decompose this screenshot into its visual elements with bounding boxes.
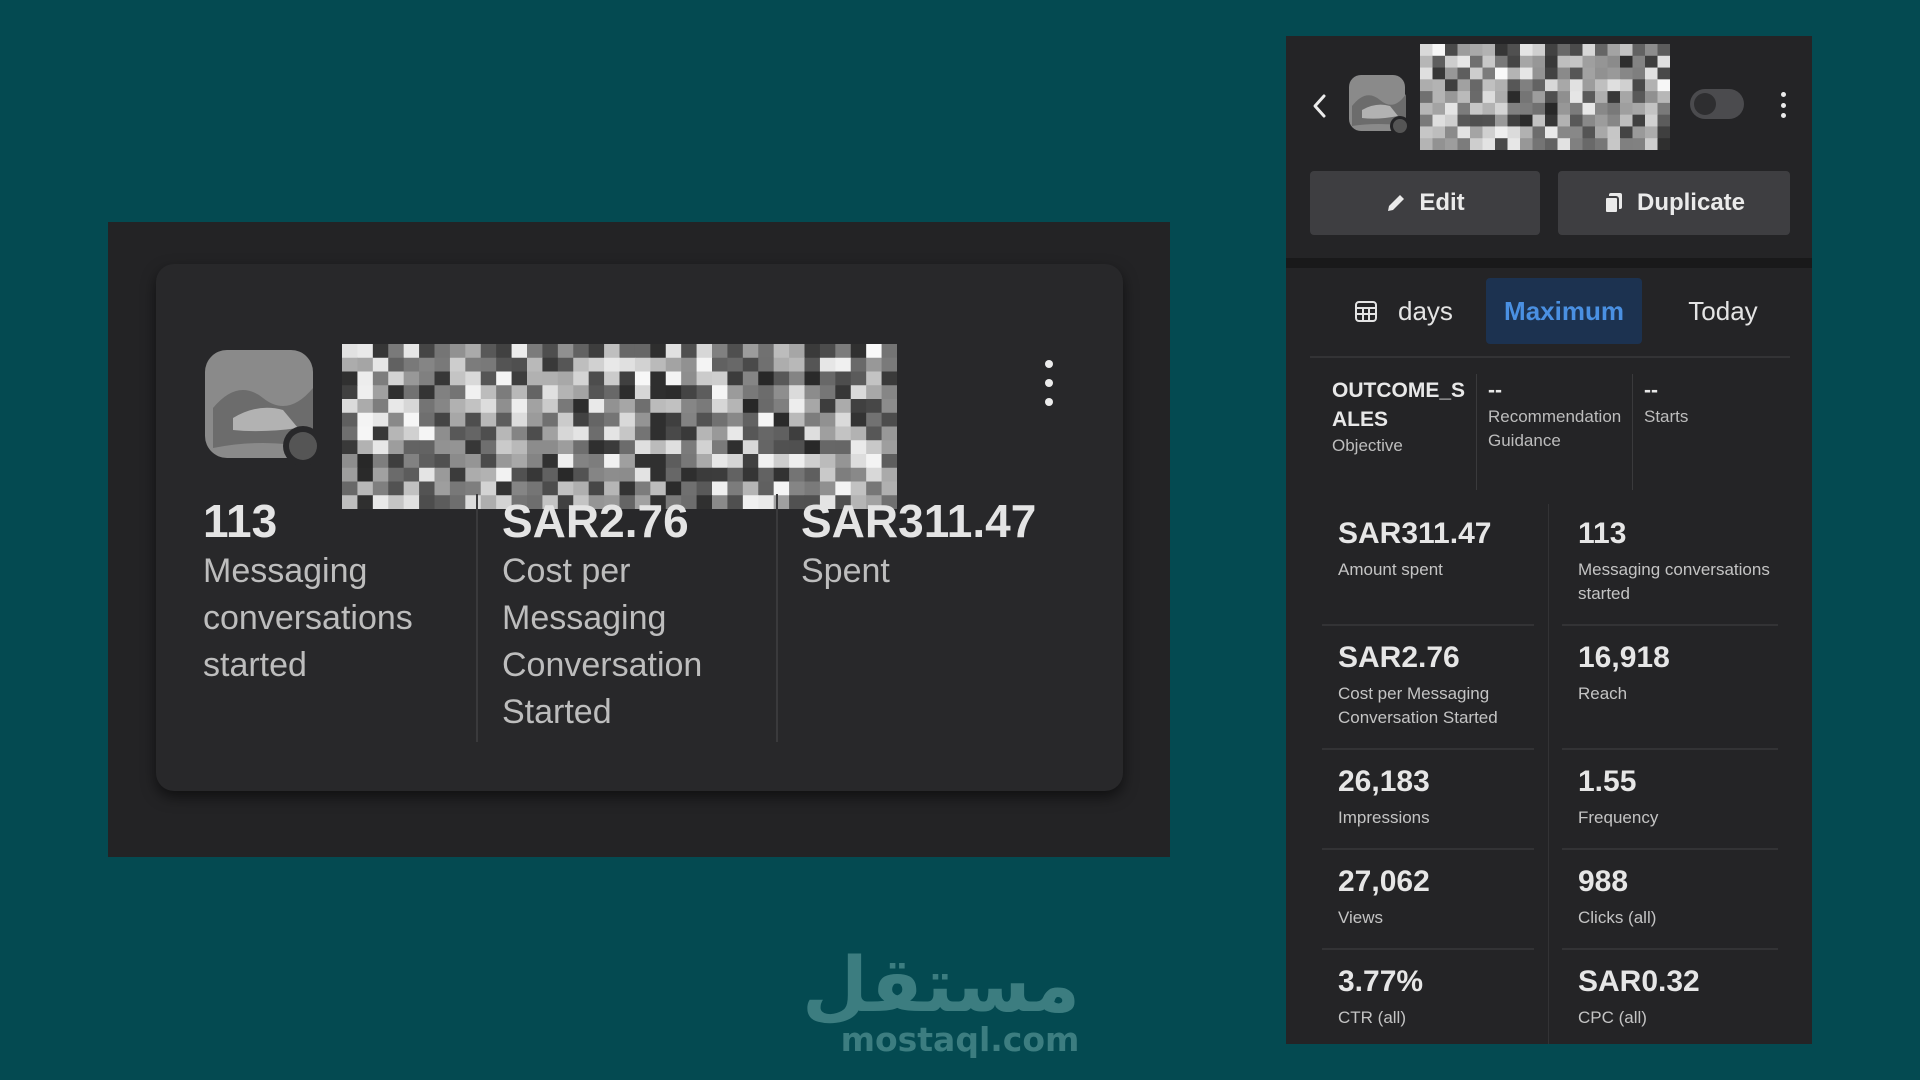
metric-value: 113 <box>203 495 278 547</box>
stat-label: Amount spent <box>1338 560 1443 579</box>
tab-days[interactable]: days <box>1398 278 1478 344</box>
calendar-icon[interactable] <box>1353 298 1379 324</box>
stat-ctr: 3.77% CTR (all) <box>1338 964 1554 1030</box>
stat-divider <box>1562 624 1778 626</box>
stat-label: Frequency <box>1578 808 1659 827</box>
summary-label: Recommendation Guidance <box>1488 407 1622 450</box>
summary-value: -- <box>1488 379 1502 402</box>
stat-clicks: 988 Clicks (all) <box>1578 864 1794 930</box>
more-vertical-icon[interactable] <box>1037 360 1061 406</box>
stat-value: 26,183 <box>1338 765 1430 798</box>
campaign-name-pixelated <box>342 344 897 509</box>
campaign-detail-panel: Edit Duplicate days Maximum Today OUTCOM… <box>1286 36 1812 1044</box>
stat-value: 113 <box>1578 517 1627 550</box>
stat-label: Cost per Messaging Conversation Started <box>1338 684 1498 727</box>
campaign-name-pixelated <box>1420 44 1670 150</box>
stats-column-divider <box>1548 504 1549 1044</box>
summary-recommendation: -- Recommendation Guidance <box>1488 376 1636 453</box>
stat-divider <box>1322 948 1534 950</box>
stat-value: SAR2.76 <box>1338 641 1460 674</box>
stat-impressions: 26,183 Impressions <box>1338 764 1554 830</box>
duplicate-button-label: Duplicate <box>1636 189 1746 216</box>
stat-value: SAR311.47 <box>1338 517 1492 550</box>
campaign-status-toggle[interactable] <box>1690 89 1744 119</box>
summary-objective: OUTCOME_SALES Objective <box>1332 376 1472 458</box>
stat-label: Clicks (all) <box>1578 908 1657 927</box>
stat-divider <box>1322 624 1534 626</box>
stat-value: 3.77% <box>1338 965 1424 998</box>
summary-divider <box>1632 374 1633 490</box>
stat-label: CPC (all) <box>1578 1008 1647 1027</box>
campaign-card[interactable]: 113 Messaging conversations started SAR2… <box>156 264 1123 791</box>
metric-label: Cost per Messaging Conversation Started <box>502 552 703 731</box>
metric-messaging-conversations: 113 Messaging conversations started <box>203 494 473 689</box>
stat-value: 1.55 <box>1578 765 1637 798</box>
metric-value: SAR311.47 <box>801 495 1037 547</box>
mostaql-watermark: مستقل mostaql.com <box>802 940 1080 1060</box>
summary-value: OUTCOME_SALES <box>1332 379 1466 431</box>
stat-divider <box>1322 748 1534 750</box>
stat-value: SAR0.32 <box>1578 965 1700 998</box>
copy-icon <box>1603 193 1622 214</box>
stat-divider <box>1562 748 1778 750</box>
metric-spent: SAR311.47 Spent <box>801 494 1081 595</box>
metric-divider <box>476 494 478 742</box>
stat-messaging-conversations: 113 Messaging conversations started <box>1578 516 1794 606</box>
stat-cost-per-conversation: SAR2.76 Cost per Messaging Conversation … <box>1338 640 1554 730</box>
campaign-avatar <box>1349 75 1410 136</box>
metric-value: SAR2.76 <box>502 495 689 547</box>
chevron-left-icon[interactable] <box>1308 90 1332 122</box>
stat-frequency: 1.55 Frequency <box>1578 764 1794 830</box>
metric-cost-per-conversation: SAR2.76 Cost per Messaging Conversation … <box>502 494 752 736</box>
stat-label: Reach <box>1578 684 1628 703</box>
stat-amount-spent: SAR311.47 Amount spent <box>1338 516 1554 582</box>
summary-starts: -- Starts <box>1644 376 1764 429</box>
date-range-tabs: days Maximum Today <box>1310 278 1790 344</box>
stat-label: CTR (all) <box>1338 1008 1406 1027</box>
stat-divider <box>1322 848 1534 850</box>
watermark-domain: mostaql.com <box>840 1020 1080 1059</box>
stat-cpc: SAR0.32 CPC (all) <box>1578 964 1794 1030</box>
tab-today[interactable]: Today <box>1668 278 1778 344</box>
stat-views: 27,062 Views <box>1338 864 1554 930</box>
metric-label: Messaging conversations started <box>203 552 413 684</box>
campaign-avatar <box>205 350 323 466</box>
more-vertical-icon[interactable] <box>1776 92 1790 118</box>
pencil-icon <box>1388 195 1405 211</box>
summary-label: Objective <box>1332 436 1403 455</box>
campaign-card-frame: 113 Messaging conversations started SAR2… <box>108 222 1170 857</box>
stat-reach: 16,918 Reach <box>1578 640 1794 706</box>
metric-label: Spent <box>801 552 890 590</box>
tab-maximum[interactable]: Maximum <box>1486 278 1642 344</box>
stat-divider <box>1562 848 1778 850</box>
stat-value: 27,062 <box>1338 865 1430 898</box>
edit-button-label: Edit <box>1419 189 1465 216</box>
stat-label: Messaging conversations started <box>1578 560 1770 603</box>
stat-label: Impressions <box>1338 808 1430 827</box>
summary-divider <box>1476 374 1477 490</box>
edit-button[interactable]: Edit <box>1310 171 1540 235</box>
watermark-arabic: مستقل <box>802 940 1080 1029</box>
stat-label: Views <box>1338 908 1384 927</box>
metric-divider <box>776 494 778 742</box>
stat-value: 988 <box>1578 865 1629 898</box>
summary-label: Starts <box>1644 407 1689 426</box>
summary-value: -- <box>1644 379 1658 402</box>
stat-value: 16,918 <box>1578 641 1670 674</box>
section-separator <box>1286 258 1812 268</box>
tabs-divider <box>1310 356 1790 358</box>
stat-divider <box>1562 948 1778 950</box>
duplicate-button[interactable]: Duplicate <box>1558 171 1790 235</box>
